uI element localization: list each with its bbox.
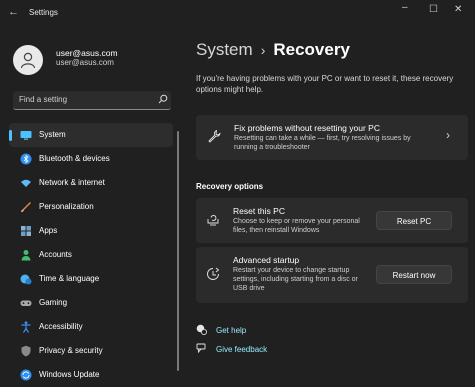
settings-window: ← Settings – ☐ ✕ user@asus.com user@asus… [0,0,475,381]
reset-pc-icon [207,215,219,226]
sidebar-item-label: Personalization [39,202,94,211]
get-help-link[interactable]: Get help [216,326,246,335]
apps-icon [21,226,31,236]
sidebar-item-apps[interactable]: Apps [9,219,173,243]
globe-clock-icon [20,274,32,285]
gamepad-icon [20,300,32,306]
fix-problems-card[interactable]: Fix problems without resetting your PC R… [196,115,468,160]
feedback-icon [196,343,206,354]
reset-pc-subtitle: Choose to keep or remove your personal f… [233,218,360,234]
restart-now-button[interactable]: Restart now [376,265,452,284]
advanced-startup-title: Advanced startup [233,255,300,265]
fix-problems-title: Fix problems without resetting your PC [234,123,380,133]
brush-icon [21,202,31,213]
reset-pc-card: Reset this PC Choose to keep or remove y… [196,198,468,243]
sidebar-item-label: Privacy & security [39,346,103,355]
maximize-button[interactable]: ☐ [429,4,438,15]
wifi-icon [21,179,31,187]
breadcrumb-root[interactable]: System [196,40,253,59]
page-description: If you're having problems with your PC o… [196,74,454,94]
sidebar-item-bluetooth[interactable]: Bluetooth & devices [9,147,173,171]
breadcrumb-separator: › [260,42,266,58]
page-title: System › Recovery [196,40,350,60]
chevron-right-icon: › [446,128,450,142]
give-feedback-link[interactable]: Give feedback [216,345,267,354]
search-input[interactable] [19,93,149,106]
shield-icon [21,345,31,357]
sidebar-item-label: Network & internet [39,178,105,187]
profile-name: user@asus.com [56,48,118,58]
advanced-startup-subtitle: Restart your device to change startup se… [233,267,358,292]
avatar[interactable] [13,45,43,75]
sidebar-item-accounts[interactable]: Accounts [9,243,173,267]
sidebar-item-time-language[interactable]: Time & language [9,267,173,291]
sidebar-item-label: Gaming [39,298,68,307]
minimize-button[interactable]: – [402,2,408,13]
sidebar-item-accessibility[interactable]: Accessibility [9,315,173,339]
fix-problems-subtitle: Resetting can take a while — first, try … [234,135,411,151]
monitor-icon [20,131,32,140]
sidebar-item-gaming[interactable]: Gaming [9,291,173,315]
sidebar-item-label: Apps [39,226,58,235]
reset-pc-title: Reset this PC [233,206,285,216]
advanced-startup-card: Advanced startup Restart your device to … [196,247,468,303]
sidebar-item-privacy[interactable]: Privacy & security [9,339,173,363]
accessibility-icon [21,321,31,333]
sidebar-scrollbar[interactable] [177,131,179,371]
sidebar-item-label: Windows Update [39,370,100,379]
bluetooth-icon [20,153,32,165]
sidebar-item-network[interactable]: Network & internet [9,171,173,195]
active-indicator [9,130,12,141]
title-bar: ← Settings – ☐ ✕ [0,0,475,28]
sidebar-item-label: Accounts [39,250,72,259]
section-heading: Recovery options [196,182,264,191]
person-icon [20,52,36,69]
wrench-icon [208,129,221,143]
help-icon [196,324,207,335]
profile-email: user@asus.com [56,58,114,67]
advanced-startup-icon [207,267,220,280]
search-icon[interactable] [158,94,168,104]
sidebar-item-system[interactable]: System [9,123,173,147]
breadcrumb-current: Recovery [273,40,350,59]
sidebar-nav: System Bluetooth & devices Network & int… [9,123,173,387]
sidebar-item-label: Accessibility [39,322,83,331]
search-box[interactable] [13,91,171,110]
reset-pc-button[interactable]: Reset PC [376,211,452,230]
app-title: Settings [29,8,58,17]
back-arrow-icon[interactable]: ← [8,6,19,18]
sidebar-item-windows-update[interactable]: Windows Update [9,363,173,387]
sidebar-item-label: Time & language [39,274,100,283]
sidebar-item-label: System [39,130,66,139]
sidebar-item-label: Bluetooth & devices [39,154,110,163]
close-button[interactable]: ✕ [454,4,462,15]
person-icon [21,250,31,261]
sidebar-item-personalization[interactable]: Personalization [9,195,173,219]
update-icon [20,369,32,381]
